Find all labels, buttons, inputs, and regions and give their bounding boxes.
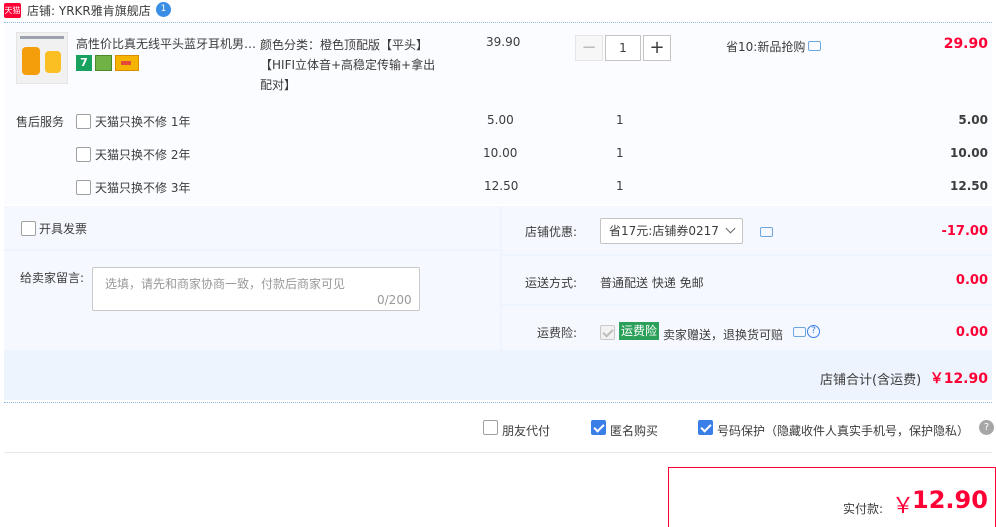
insurance-tag: 运费险 bbox=[619, 322, 660, 340]
credit-card-icon bbox=[115, 55, 139, 71]
service-price: 12.50 bbox=[484, 179, 519, 193]
product-thumbnail[interactable] bbox=[16, 32, 68, 84]
after-sales-label: 售后服务 bbox=[16, 115, 65, 129]
shop-subtotal-label: 店铺合计(含运费) bbox=[820, 373, 922, 388]
divider bbox=[4, 22, 992, 23]
shipping-method: 普通配送 快递 免邮 bbox=[600, 276, 704, 290]
sku-line: 【HIFI立体音+高稳定传输+拿出 bbox=[260, 58, 436, 72]
chat-badge-icon[interactable]: 1 bbox=[156, 2, 171, 17]
question-icon[interactable]: ? bbox=[807, 325, 820, 338]
service-total: 12.50 bbox=[950, 179, 988, 193]
service-checkbox-1yr[interactable] bbox=[76, 114, 91, 129]
payment-label: 实付款: bbox=[843, 502, 884, 516]
item-total: 29.90 bbox=[943, 36, 988, 52]
quantity-decrease-button[interactable]: − bbox=[575, 35, 603, 61]
anonymous-label: 匿名购买 bbox=[610, 424, 659, 438]
coupon-label: 店铺优惠: bbox=[525, 225, 578, 239]
anonymous-checkbox[interactable] bbox=[591, 420, 606, 435]
service-price: 10.00 bbox=[483, 146, 518, 160]
service-qty: 1 bbox=[616, 113, 624, 127]
privacy-label: 号码保护（隐藏收件人真实手机号，保护隐私） bbox=[717, 424, 970, 438]
shop-subtotal-value: ￥12.90 bbox=[929, 371, 988, 387]
insurance-text: 卖家赠送，退换货可赔 bbox=[663, 328, 784, 342]
item-title-link[interactable]: 高性价比真无线平头蓝牙耳机男… bbox=[76, 35, 258, 52]
sku-line: 颜色分类：橙色顶配版【平头】 bbox=[260, 38, 429, 52]
coupon-selected-value: 省17元:店铺券0217 bbox=[609, 224, 719, 238]
tmall-badge-icon: 天猫 bbox=[4, 3, 21, 18]
divider bbox=[4, 402, 992, 403]
message-label: 给卖家留言: bbox=[20, 271, 85, 285]
insurance-label: 运费险: bbox=[537, 326, 578, 340]
insurance-value: 0.00 bbox=[955, 325, 988, 340]
service-checkbox-3yr[interactable] bbox=[76, 180, 91, 195]
sku-info: 颜色分类：橙色顶配版【平头】 【HIFI立体音+高稳定传输+拿出 配对】 bbox=[260, 35, 460, 95]
shop-name-link[interactable]: 店铺: YRKR雅肯旗舰店 bbox=[27, 2, 151, 19]
service-option-label: 天猫只换不修 3年 bbox=[95, 181, 191, 195]
service-guarantee-icon bbox=[95, 55, 112, 71]
quantity-increase-button[interactable]: + bbox=[643, 35, 671, 61]
shipping-label: 运送方式: bbox=[525, 276, 578, 290]
service-qty: 1 bbox=[616, 146, 624, 160]
currency-symbol: ￥ bbox=[892, 494, 915, 519]
promo-text: 省10:新品抢购 bbox=[726, 40, 806, 54]
sku-line: 配对】 bbox=[260, 78, 297, 92]
service-checkbox-2yr[interactable] bbox=[76, 147, 91, 162]
coupon-discount-value: -17.00 bbox=[941, 224, 988, 239]
invoice-label: 开具发票 bbox=[39, 222, 88, 236]
seven-day-return-icon: 7 bbox=[76, 55, 92, 71]
message-char-count: 0/200 bbox=[377, 293, 412, 307]
message-icon[interactable] bbox=[760, 227, 773, 237]
help-icon[interactable]: ? bbox=[979, 420, 994, 435]
quantity-input[interactable]: 1 bbox=[605, 35, 641, 61]
shipping-value: 0.00 bbox=[955, 273, 988, 288]
message-icon[interactable] bbox=[808, 41, 821, 51]
service-price: 5.00 bbox=[487, 113, 514, 127]
payment-amount: 12.90 bbox=[912, 486, 988, 514]
invoice-checkbox[interactable] bbox=[21, 221, 36, 236]
divider bbox=[4, 452, 992, 453]
coupon-select[interactable]: 省17元:店铺券0217 bbox=[600, 218, 743, 244]
service-total: 5.00 bbox=[958, 113, 988, 127]
friend-pay-label: 朋友代付 bbox=[502, 424, 551, 438]
message-icon[interactable] bbox=[793, 327, 806, 337]
insurance-checkbox bbox=[600, 325, 615, 340]
privacy-checkbox[interactable] bbox=[698, 420, 713, 435]
message-placeholder: 选填，请先和商家协商一致，付款后商家可见 bbox=[105, 277, 346, 291]
chevron-down-icon bbox=[725, 223, 736, 234]
service-option-label: 天猫只换不修 1年 bbox=[95, 115, 191, 129]
unit-price: 39.90 bbox=[486, 35, 521, 49]
service-option-label: 天猫只换不修 2年 bbox=[95, 148, 191, 162]
friend-pay-checkbox[interactable] bbox=[483, 420, 498, 435]
service-qty: 1 bbox=[616, 179, 624, 193]
service-total: 10.00 bbox=[950, 146, 988, 160]
